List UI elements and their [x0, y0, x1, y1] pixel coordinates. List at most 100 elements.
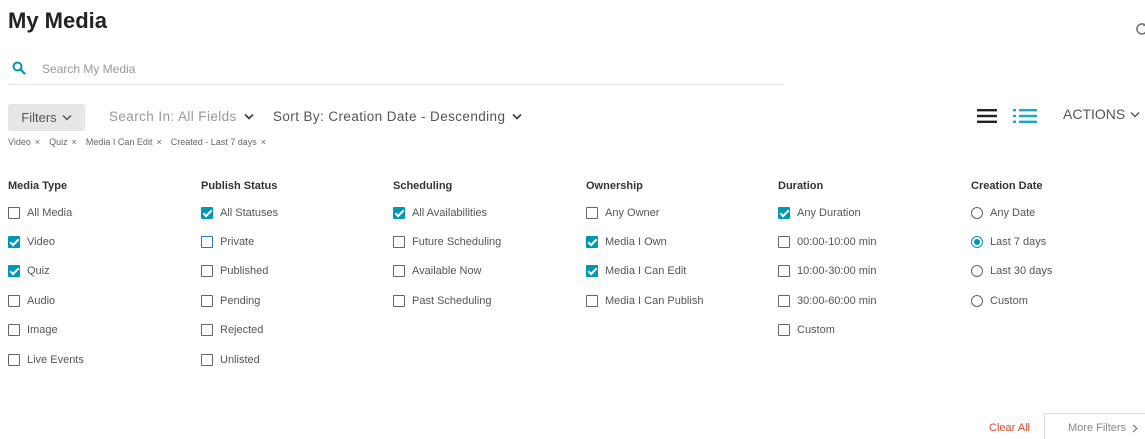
thumbnail-view-icon[interactable]	[976, 108, 998, 124]
filter-option-label: Unlisted	[220, 354, 260, 366]
checkbox[interactable]	[778, 265, 790, 277]
remove-filter-icon[interactable]: ×	[156, 137, 161, 147]
sort-by-label: Sort By: Creation Date - Descending	[273, 109, 506, 124]
filter-option-last-7-days[interactable]: Last 7 days	[971, 236, 1046, 248]
active-filter-pill: Quiz ×	[49, 137, 77, 147]
filter-option-label: Any Owner	[605, 207, 660, 219]
filter-option-private[interactable]: Private	[201, 236, 254, 248]
active-filter-label: Quiz	[49, 137, 68, 147]
radio[interactable]	[971, 295, 983, 307]
search-in-dropdown[interactable]: Search In: All Fields	[109, 109, 254, 124]
filter-option-available-now[interactable]: Available Now	[393, 265, 482, 277]
filter-option-duration-custom[interactable]: Custom	[778, 324, 835, 336]
filter-option-label: Video	[27, 236, 55, 248]
filter-option-any-date[interactable]: Any Date	[971, 207, 1035, 219]
clear-all-link[interactable]: Clear All	[989, 422, 1030, 434]
checkbox[interactable]	[778, 295, 790, 307]
filter-option-all-media[interactable]: All Media	[8, 207, 72, 219]
filter-option-any-owner[interactable]: Any Owner	[586, 207, 659, 219]
filter-option-video[interactable]: Video	[8, 236, 55, 248]
filter-option-image[interactable]: Image	[8, 324, 58, 336]
checkbox[interactable]	[393, 265, 405, 277]
active-filter-pill: Video ×	[8, 137, 40, 147]
checkbox[interactable]	[393, 236, 405, 248]
checkbox[interactable]	[201, 295, 213, 307]
checkbox[interactable]	[586, 207, 598, 219]
more-filters-button[interactable]: More Filters	[1044, 413, 1145, 439]
filter-column-title: Duration	[778, 180, 824, 192]
actions-menu[interactable]: ACTIONS	[1063, 106, 1140, 122]
filter-option-date-custom[interactable]: Custom	[971, 295, 1028, 307]
radio-selected[interactable]	[971, 236, 983, 248]
checkbox[interactable]	[778, 324, 790, 336]
filter-option-label: Media I Can Publish	[605, 295, 704, 307]
checkbox-checked[interactable]	[201, 207, 213, 219]
checkbox-checked[interactable]	[8, 265, 20, 277]
filter-option-label: Rejected	[220, 324, 264, 336]
checkbox[interactable]	[8, 354, 20, 366]
filter-option-any-duration[interactable]: Any Duration	[778, 207, 861, 219]
more-filters-label: More Filters	[1068, 422, 1127, 434]
chevron-down-icon	[244, 113, 254, 120]
checkbox[interactable]	[393, 295, 405, 307]
filter-option-all-statuses[interactable]: All Statuses	[201, 207, 278, 219]
search-icon[interactable]	[12, 61, 26, 75]
filter-option-quiz[interactable]: Quiz	[8, 265, 50, 277]
filter-option-media-i-own[interactable]: Media I Own	[586, 236, 667, 248]
checkbox[interactable]	[778, 236, 790, 248]
filter-option-future-scheduling[interactable]: Future Scheduling	[393, 236, 501, 248]
checkbox[interactable]	[201, 236, 213, 248]
checkbox-checked[interactable]	[8, 236, 20, 248]
search-in-label: Search In: All Fields	[109, 109, 237, 124]
filter-option-label: Custom	[797, 324, 835, 336]
checkbox[interactable]	[201, 324, 213, 336]
checkbox[interactable]	[586, 295, 598, 307]
filter-option-rejected[interactable]: Rejected	[201, 324, 263, 336]
checkbox[interactable]	[201, 265, 213, 277]
filter-option-duration-0-10[interactable]: 00:00-10:00 min	[778, 236, 877, 248]
refresh-icon[interactable]	[1136, 22, 1145, 36]
filter-option-label: Last 7 days	[990, 236, 1047, 248]
filter-option-label: Past Scheduling	[412, 295, 492, 307]
filter-option-live-events[interactable]: Live Events	[8, 354, 84, 366]
filter-option-all-availabilities[interactable]: All Availabilities	[393, 207, 487, 219]
checkbox[interactable]	[8, 207, 20, 219]
active-filter-pills: Video × Quiz × Media I Can Edit × Create…	[8, 137, 266, 147]
radio[interactable]	[971, 207, 983, 219]
filter-option-media-i-can-edit[interactable]: Media I Can Edit	[586, 265, 686, 277]
remove-filter-icon[interactable]: ×	[261, 137, 266, 147]
sort-by-dropdown[interactable]: Sort By: Creation Date - Descending	[273, 109, 522, 124]
filter-option-label: All Media	[27, 207, 73, 219]
filter-option-duration-10-30[interactable]: 10:00-30:00 min	[778, 265, 877, 277]
checkbox[interactable]	[201, 354, 213, 366]
remove-filter-icon[interactable]: ×	[72, 137, 77, 147]
filter-option-past-scheduling[interactable]: Past Scheduling	[393, 295, 492, 307]
checkbox-checked[interactable]	[586, 265, 598, 277]
filter-option-label: Any Duration	[797, 207, 861, 219]
filter-option-last-30-days[interactable]: Last 30 days	[971, 265, 1052, 277]
checkbox-checked[interactable]	[393, 207, 405, 219]
list-view-icon[interactable]	[1013, 108, 1037, 124]
filter-option-label: Available Now	[412, 265, 482, 277]
filter-option-published[interactable]: Published	[201, 265, 268, 277]
radio[interactable]	[971, 265, 983, 277]
remove-filter-icon[interactable]: ×	[35, 137, 40, 147]
filter-option-label: Audio	[27, 295, 56, 307]
filters-button[interactable]: Filters	[8, 104, 85, 131]
filter-option-unlisted[interactable]: Unlisted	[201, 354, 260, 366]
checkbox[interactable]	[8, 295, 20, 307]
chevron-down-icon	[512, 113, 522, 120]
filter-option-pending[interactable]: Pending	[201, 295, 260, 307]
checkbox-checked[interactable]	[586, 236, 598, 248]
actions-label: ACTIONS	[1063, 106, 1126, 122]
checkbox[interactable]	[8, 324, 20, 336]
filter-option-label: Media I Can Edit	[605, 265, 687, 277]
chevron-right-icon	[1132, 424, 1139, 432]
filter-column-title: Ownership	[586, 180, 643, 192]
search-input[interactable]	[42, 59, 742, 79]
filter-option-label: Last 30 days	[990, 265, 1053, 277]
checkbox-checked[interactable]	[778, 207, 790, 219]
filter-option-audio[interactable]: Audio	[8, 295, 55, 307]
filter-option-media-i-can-publish[interactable]: Media I Can Publish	[586, 295, 703, 307]
filter-option-duration-30-60[interactable]: 30:00-60:00 min	[778, 295, 877, 307]
